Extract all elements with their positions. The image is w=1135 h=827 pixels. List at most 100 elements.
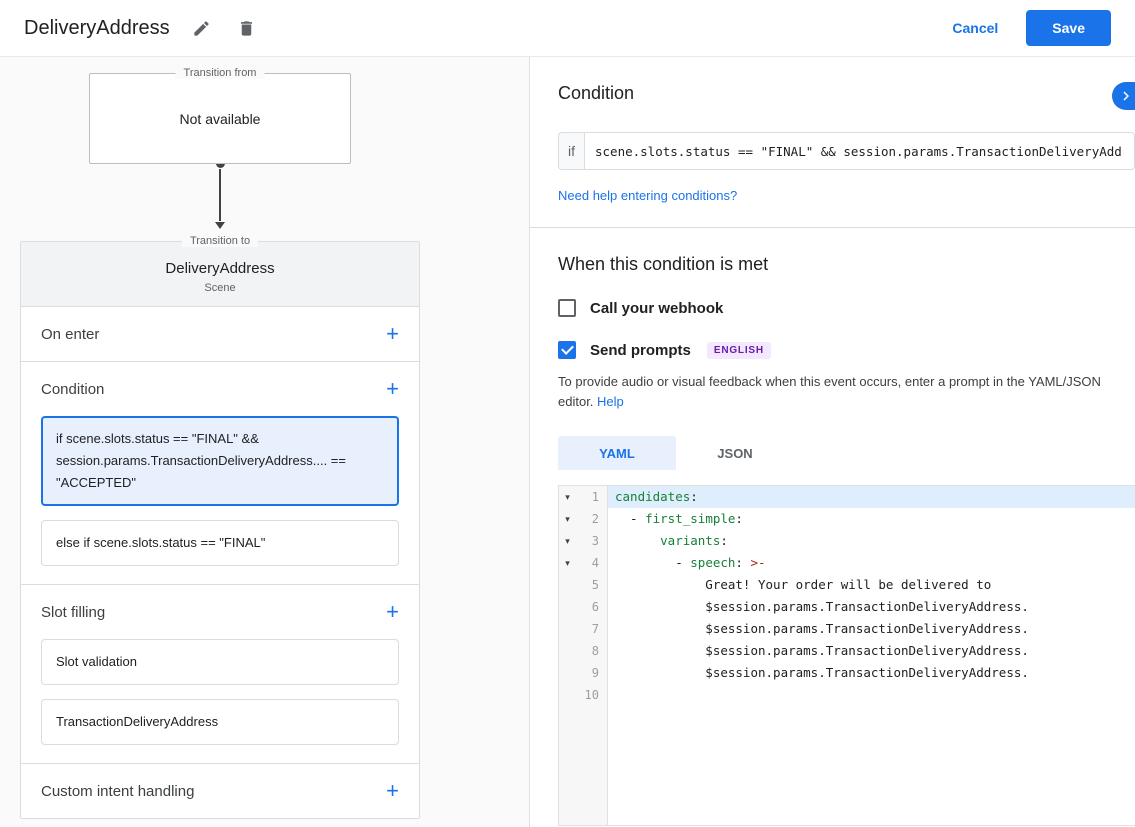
line-number: 8: [576, 640, 608, 662]
fold-arrow-icon: [559, 618, 576, 640]
condition-help-link[interactable]: Need help entering conditions?: [558, 188, 737, 203]
code-token: candidates: [615, 489, 690, 504]
tab-json[interactable]: JSON: [676, 436, 794, 470]
trash-icon: [237, 19, 256, 38]
line-number: 10: [576, 684, 608, 706]
transition-to-label: Transition to: [182, 235, 258, 247]
connector-line: [219, 169, 221, 221]
code-line[interactable]: $session.params.TransactionDeliveryAddre…: [608, 618, 1135, 640]
condition-item[interactable]: else if scene.slots.status == "FINAL": [41, 520, 399, 566]
slot-item[interactable]: Slot validation: [41, 639, 399, 685]
webhook-checkbox[interactable]: [558, 299, 576, 317]
transition-from-value: Not available: [180, 111, 261, 127]
slot-filling-title: Slot filling: [41, 604, 105, 621]
scene-title: DeliveryAddress: [21, 260, 419, 277]
editor-line[interactable]: 7 $session.params.TransactionDeliveryAdd…: [559, 618, 1135, 640]
condition-expression-input[interactable]: [584, 132, 1135, 170]
scene-card: Transition to DeliveryAddress Scene On e…: [20, 241, 420, 819]
code-token: variants: [660, 533, 720, 548]
editor-line[interactable]: ▾2 - first_simple:: [559, 508, 1135, 530]
code-line[interactable]: - first_simple:: [608, 508, 1135, 530]
editor-line[interactable]: 5 Great! Your order will be delivered to: [559, 574, 1135, 596]
code-line[interactable]: $session.params.TransactionDeliveryAddre…: [608, 640, 1135, 662]
code-line[interactable]: $session.params.TransactionDeliveryAddre…: [608, 662, 1135, 684]
code-token: [615, 533, 660, 548]
add-custom-intent-button[interactable]: +: [386, 781, 399, 801]
cancel-button[interactable]: Cancel: [952, 20, 998, 36]
tab-yaml[interactable]: YAML: [558, 436, 676, 470]
fold-arrow-icon[interactable]: ▾: [559, 552, 576, 574]
main-content: Transition from Not available Transition…: [0, 57, 1135, 827]
code-token: :: [690, 489, 698, 504]
left-panel: Transition from Not available Transition…: [0, 57, 530, 827]
add-on-enter-button[interactable]: +: [386, 324, 399, 344]
code-line[interactable]: - speech: >-: [608, 552, 1135, 574]
yaml-editor[interactable]: ▾1candidates:▾2 - first_simple:▾3 varian…: [558, 485, 1135, 826]
code-token: $session.params.TransactionDeliveryAddre…: [615, 643, 1029, 658]
section-slot-filling: Slot filling + Slot validation Transactio…: [21, 585, 419, 764]
chevron-right-icon: [1117, 87, 1135, 105]
fold-arrow-icon[interactable]: ▾: [559, 508, 576, 530]
pencil-icon: [192, 19, 211, 38]
code-token: -: [615, 511, 645, 526]
code-line[interactable]: variants:: [608, 530, 1135, 552]
page-title: DeliveryAddress: [24, 17, 170, 40]
editor-lines: ▾1candidates:▾2 - first_simple:▾3 varian…: [559, 486, 1135, 706]
line-number: 9: [576, 662, 608, 684]
add-condition-button[interactable]: +: [386, 379, 399, 399]
code-line[interactable]: Great! Your order will be delivered to: [608, 574, 1135, 596]
language-badge: ENGLISH: [707, 342, 771, 359]
line-number: 2: [576, 508, 608, 530]
app-header: DeliveryAddress Cancel Save: [0, 0, 1135, 57]
line-number: 1: [576, 486, 608, 508]
send-prompts-label[interactable]: Send prompts: [590, 342, 691, 359]
right-panel: Condition if Need help entering conditio…: [530, 57, 1135, 827]
line-number: 5: [576, 574, 608, 596]
fold-arrow-icon: [559, 662, 576, 684]
help-link[interactable]: Help: [597, 394, 624, 409]
add-slot-button[interactable]: +: [386, 602, 399, 622]
editor-line[interactable]: 8 $session.params.TransactionDeliveryAdd…: [559, 640, 1135, 662]
slot-item[interactable]: TransactionDeliveryAddress: [41, 699, 399, 745]
scene-card-header[interactable]: DeliveryAddress Scene: [21, 242, 419, 307]
send-prompts-row: Send prompts ENGLISH: [558, 341, 1135, 359]
when-condition-heading: When this condition is met: [558, 254, 1135, 275]
edit-title-button[interactable]: [188, 15, 215, 42]
code-token: >-: [750, 555, 765, 570]
connector-arrowhead-icon: [215, 222, 225, 229]
fold-arrow-icon: [559, 684, 576, 706]
fold-arrow-icon[interactable]: ▾: [559, 530, 576, 552]
prompt-description-text: To provide audio or visual feedback when…: [558, 374, 1101, 409]
code-token: :: [735, 555, 750, 570]
condition-section-title: Condition: [41, 381, 104, 398]
editor-line[interactable]: 9 $session.params.TransactionDeliveryAdd…: [559, 662, 1135, 684]
save-button[interactable]: Save: [1026, 10, 1111, 46]
fold-arrow-icon: [559, 574, 576, 596]
code-line[interactable]: [608, 684, 1135, 706]
webhook-label[interactable]: Call your webhook: [590, 300, 723, 317]
transition-connector: [89, 159, 351, 229]
line-number: 7: [576, 618, 608, 640]
code-token: $session.params.TransactionDeliveryAddre…: [615, 665, 1029, 680]
section-custom-intent: Custom intent handling +: [21, 764, 419, 818]
collapse-panel-button[interactable]: [1112, 82, 1135, 110]
editor-line[interactable]: 10: [559, 684, 1135, 706]
code-token: :: [735, 511, 743, 526]
code-token: Great! Your order will be delivered to: [615, 577, 991, 592]
condition-item[interactable]: if scene.slots.status == "FINAL" && sess…: [41, 416, 399, 506]
send-prompts-checkbox[interactable]: [558, 341, 576, 359]
editor-line[interactable]: ▾4 - speech: >-: [559, 552, 1135, 574]
editor-line[interactable]: ▾3 variants:: [559, 530, 1135, 552]
fold-arrow-icon[interactable]: ▾: [559, 486, 576, 508]
fold-arrow-icon: [559, 596, 576, 618]
scene-subtitle: Scene: [21, 282, 419, 294]
code-line[interactable]: $session.params.TransactionDeliveryAddre…: [608, 596, 1135, 618]
code-token: -: [615, 555, 690, 570]
code-line[interactable]: candidates:: [608, 486, 1135, 508]
custom-intent-title: Custom intent handling: [41, 783, 194, 800]
line-number: 6: [576, 596, 608, 618]
editor-line[interactable]: 6 $session.params.TransactionDeliveryAdd…: [559, 596, 1135, 618]
editor-line[interactable]: ▾1candidates:: [559, 486, 1135, 508]
condition-heading: Condition: [558, 83, 1135, 104]
delete-scene-button[interactable]: [233, 15, 260, 42]
